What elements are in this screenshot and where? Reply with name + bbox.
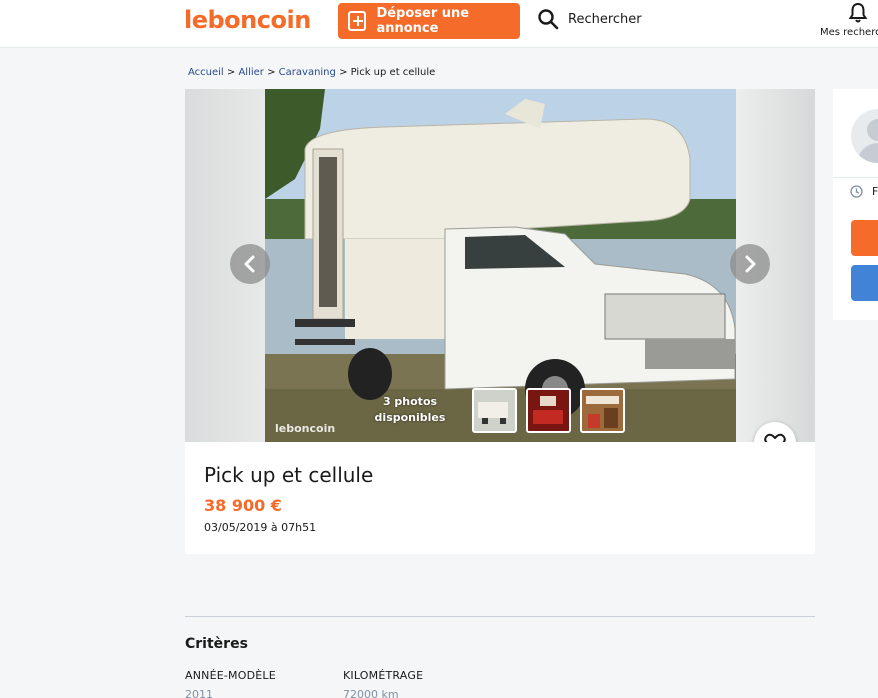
chevron-left-icon [244,255,255,273]
breadcrumb-region[interactable]: Allier [238,67,263,78]
watermark: leboncoin [275,422,336,435]
next-photo-button[interactable] [730,244,770,284]
thumbnail-2[interactable] [526,388,571,433]
seller-avatar[interactable] [851,109,878,163]
chevron-right-icon [745,255,756,273]
previous-photo-button[interactable] [230,244,270,284]
breadcrumb-separator: > [267,67,279,78]
breadcrumb-separator: > [226,67,239,78]
breadcrumb-separator: > [339,67,351,78]
section-divider [185,616,815,617]
saved-searches-label[interactable]: Mes recherches [820,27,878,38]
breadcrumb-current: Pick up et cellule [350,67,436,78]
search-label: Rechercher [568,11,642,27]
photos-count-number: 3 photos [382,395,438,408]
ad-summary-card: Pick up et cellule 38 900 € 03/05/2019 à… [185,442,815,554]
breadcrumb: Accueil > Allier > Caravaning > Pick up … [188,67,435,78]
bell-icon[interactable] [848,2,868,24]
plus-square-icon [348,11,367,31]
contact-seller-button[interactable] [851,220,878,256]
ad-date: 03/05/2019 à 07h51 [204,521,317,534]
breadcrumb-category[interactable]: Caravaning [279,67,336,78]
divider [833,177,878,178]
top-header: leboncoin Déposer une annonce Rechercher… [0,0,878,48]
criteria-mileage-value: 72000 km [343,688,399,698]
thumbnail-3[interactable] [580,388,625,433]
criteria-mileage-label: KILOMÉTRAGE [343,669,424,682]
ad-title: Pick up et cellule [204,463,374,487]
post-ad-label: Déposer une annonce [376,6,470,36]
photo-gallery: leboncoin 3 photos disponibles [185,89,815,442]
photos-count-text: disponibles [374,411,446,424]
post-ad-button[interactable]: Déposer une annonce [338,3,520,39]
seller-response-time: F [872,185,878,198]
breadcrumb-home[interactable]: Accueil [188,67,224,78]
search-link[interactable]: Rechercher [537,8,642,30]
send-message-button[interactable] [851,265,878,301]
criteria-year-label: ANNÉE-MODÈLE [185,669,276,682]
avatar-body [857,143,878,163]
seller-card: F [833,89,878,320]
thumbnail-1[interactable] [472,388,517,433]
criteria-title: Critères [185,636,248,652]
search-icon [538,9,559,30]
clock-icon [850,185,863,198]
criteria-year-value: 2011 [185,688,213,698]
leboncoin-logo[interactable]: leboncoin [184,6,311,34]
ad-price: 38 900 € [204,496,282,515]
photos-count: 3 photos disponibles [365,394,455,426]
avatar-head [867,119,878,141]
